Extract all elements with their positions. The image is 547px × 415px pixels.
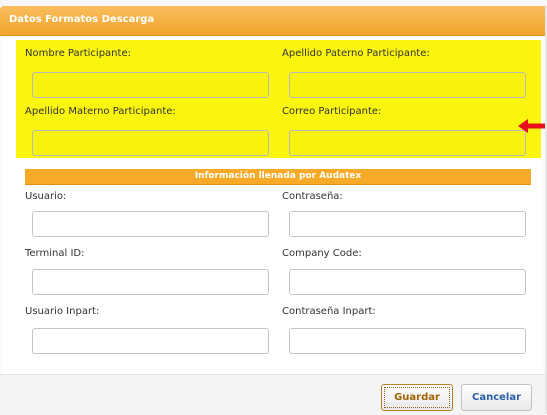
usuario-inpart-label: Usuario Inpart: [25,306,100,317]
correo-participante-input[interactable] [289,130,526,156]
apellido-paterno-label: Apellido Paterno Participante: [282,48,430,59]
contrasena-input[interactable] [289,211,526,237]
audatex-section-header: Información llenada por Audatex [25,169,531,185]
correo-participante-label: Correo Participante: [282,106,382,117]
nombre-participante-label: Nombre Participante: [25,48,131,59]
guardar-button-label: Guardar [384,387,450,408]
left-arrow-icon [518,119,546,133]
usuario-label: Usuario: [25,191,67,202]
contrasena-inpart-label: Contraseña Inpart: [282,306,376,317]
dialog-title: Datos Formatos Descarga [9,14,155,25]
company-code-label: Company Code: [282,248,362,259]
dialog-titlebar[interactable]: Datos Formatos Descarga [0,6,545,36]
company-code-input[interactable] [289,269,526,295]
apellido-paterno-input[interactable] [289,72,526,98]
cancelar-button[interactable]: Cancelar [461,384,532,411]
usuario-inpart-input[interactable] [32,328,269,354]
audatex-section-title: Información llenada por Audatex [194,171,362,181]
dialog-content: Nombre Participante: Apellido Paterno Pa… [2,36,543,374]
terminal-id-input[interactable] [32,269,269,295]
nombre-participante-input[interactable] [32,72,269,98]
guardar-button[interactable]: Guardar [381,384,453,411]
contrasena-label: Contraseña: [282,191,343,202]
dialog-footer: Guardar Cancelar [0,374,545,415]
terminal-id-label: Terminal ID: [25,248,85,259]
usuario-input[interactable] [32,211,269,237]
contrasena-inpart-input[interactable] [289,328,526,354]
dialog: Datos Formatos Descarga Nombre Participa… [0,6,546,415]
apellido-materno-input[interactable] [32,130,269,156]
apellido-materno-label: Apellido Materno Participante: [25,106,176,117]
